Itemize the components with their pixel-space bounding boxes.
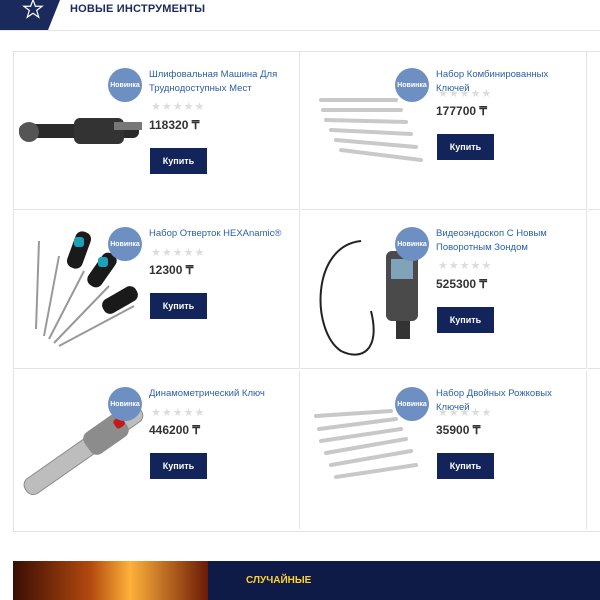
product-card-partial — [588, 211, 600, 369]
new-badge: Новинка — [395, 68, 429, 102]
random-products-banner: СЛУЧАЙНЫЕ — [13, 561, 600, 600]
buy-button[interactable]: Купить — [437, 134, 494, 160]
product-price: 177700 ₸ — [436, 104, 488, 118]
section-badge — [0, 0, 60, 30]
buy-button[interactable]: Купить — [150, 293, 207, 319]
rating-stars[interactable]: ★★★★★ — [151, 406, 205, 419]
section-title: НОВЫЕ ИНСТРУМЕНТЫ — [70, 3, 206, 15]
banner-title: СЛУЧАЙНЫЕ — [246, 575, 312, 586]
product-price: 525300 ₸ — [436, 277, 488, 291]
divider — [0, 30, 600, 31]
product-price: 446200 ₸ — [149, 423, 201, 437]
rating-stars[interactable]: ★★★★★ — [438, 406, 492, 419]
product-card-partial — [588, 371, 600, 529]
product-grid: Новинка Шлифовальная Машина Для Труднодо… — [13, 51, 600, 532]
product-card: Новинка Видеоэндоскоп С Новым Поворотным… — [301, 211, 587, 369]
buy-button[interactable]: Купить — [150, 148, 207, 174]
star-icon — [22, 0, 44, 19]
buy-button[interactable]: Купить — [437, 307, 494, 333]
rating-stars[interactable]: ★★★★★ — [151, 246, 205, 259]
rating-stars[interactable]: ★★★★★ — [151, 100, 205, 113]
new-badge: Новинка — [395, 387, 429, 421]
product-name-link[interactable]: Динамометрический Ключ — [149, 387, 295, 401]
section-header: НОВЫЕ ИНСТРУМЕНТЫ — [0, 0, 600, 30]
new-badge: Новинка — [395, 227, 429, 261]
product-card: Новинка Шлифовальная Машина Для Труднодо… — [14, 52, 300, 210]
new-badge: Новинка — [108, 68, 142, 102]
product-name-link[interactable]: Видеоэндоскоп С Новым Поворотным Зондом — [436, 227, 582, 255]
product-price: 12300 ₸ — [149, 263, 194, 277]
product-card: Новинка Набор Отверток HEXAnamic® ★★★★★ … — [14, 211, 300, 369]
rating-stars[interactable]: ★★★★★ — [438, 87, 492, 100]
product-name-link[interactable]: Шлифовальная Машина Для Труднодоступных … — [149, 68, 295, 96]
product-card: Новинка Набор Комбинированных Ключей ★★★… — [301, 52, 587, 210]
product-price: 35900 ₸ — [436, 423, 481, 437]
buy-button[interactable]: Купить — [437, 453, 494, 479]
product-price: 118320 ₸ — [149, 118, 200, 132]
product-card: Новинка Динамометрический Ключ ★★★★★ 446… — [14, 371, 300, 529]
rating-stars[interactable]: ★★★★★ — [438, 259, 492, 272]
new-badge: Новинка — [108, 387, 142, 421]
new-badge: Новинка — [108, 227, 142, 261]
fire-banner-image — [13, 561, 208, 600]
product-card-partial — [588, 52, 600, 210]
buy-button[interactable]: Купить — [150, 453, 207, 479]
product-name-link[interactable]: Набор Отверток HEXAnamic® — [149, 227, 295, 241]
product-card: Новинка Набор Двойных Рожковых Ключей ★★… — [301, 371, 587, 529]
